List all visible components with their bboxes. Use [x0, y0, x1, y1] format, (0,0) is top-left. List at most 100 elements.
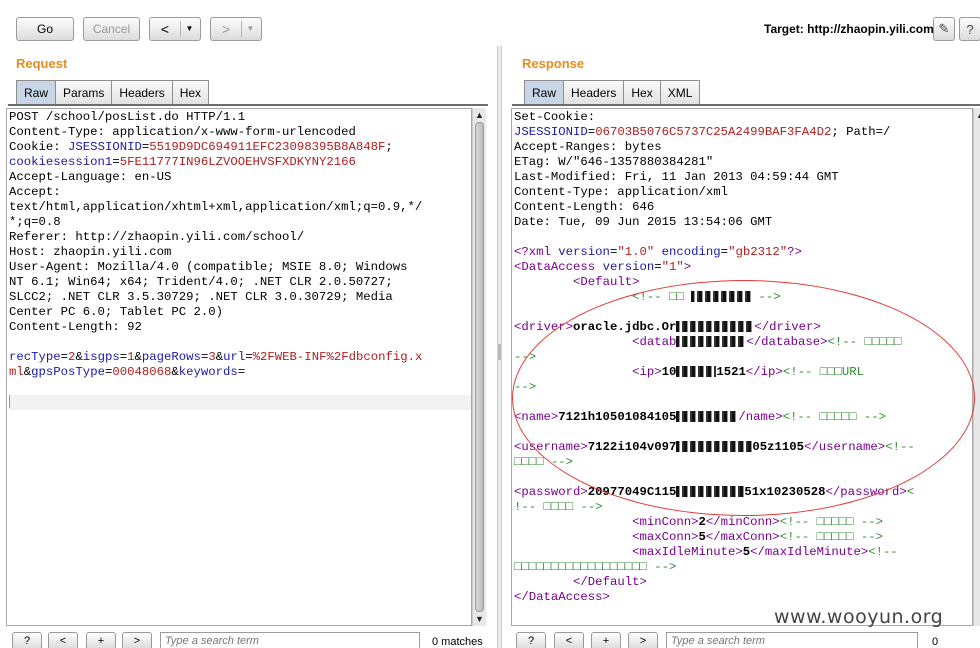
add-button[interactable]: + — [591, 632, 621, 648]
code-line: Center PC 6.0; Tablet PC 2.0) — [9, 305, 471, 320]
code-token: Cookie: — [9, 140, 69, 154]
request-tab-headers[interactable]: Headers — [111, 80, 172, 104]
code-line: !-- □□□□ --> — [514, 500, 972, 515]
code-line: <username>7122i104v097 05z1105</username>… — [514, 440, 972, 455]
help-button[interactable]: ? — [959, 17, 980, 41]
response-tab-xml[interactable]: XML — [659, 80, 701, 104]
code-token: cookiesession1 — [9, 155, 113, 169]
code-token: Content-Type: application/xml — [514, 185, 729, 199]
response-tab-headers[interactable]: Headers — [563, 80, 624, 104]
code-line: <driver>oracle.jdbc.Or </driver> — [514, 320, 972, 335]
back-arrow-icon: < — [160, 21, 170, 37]
code-token: </username> — [804, 440, 886, 454]
search-input[interactable] — [666, 632, 918, 648]
request-tab-params[interactable]: Params — [55, 80, 112, 104]
response-tab-hex[interactable]: Hex — [623, 80, 660, 104]
code-token: <driver> — [514, 320, 574, 334]
code-line: Content-Length: 92 — [9, 320, 471, 335]
scroll-down-icon[interactable]: ▼ — [475, 614, 484, 624]
code-token: gpsPosType — [31, 365, 105, 379]
response-code: Set-Cookie: JSESSIONID=06703B5076C5737C25… — [512, 109, 972, 605]
response-scrollbar[interactable]: ▲ — [973, 108, 980, 626]
code-token: encoding — [661, 245, 721, 259]
code-token: Date: Tue, 09 Jun 2015 13:54:06 GMT — [514, 215, 773, 229]
request-pane: Request Raw Params Headers Hex POST /school… — [0, 46, 497, 648]
code-token: oracle.jdbc.Or — [573, 320, 677, 334]
code-line: User-Agent: Mozilla/4.0 (compatible; MSI… — [9, 260, 471, 275]
response-tabs: Raw Headers Hex XML — [524, 80, 701, 104]
forward-button[interactable]: > ▼ — [210, 17, 262, 41]
code-token: --> — [514, 380, 537, 394]
code-token: = — [654, 260, 662, 274]
code-token: Center PC 6.0; Tablet PC 2.0) — [9, 305, 224, 319]
code-token: Content-Type: application/x-www-form-url… — [9, 125, 356, 139]
request-tab-hex[interactable]: Hex — [171, 80, 210, 104]
code-line: Date: Tue, 09 Jun 2015 13:54:06 GMT — [514, 215, 972, 230]
code-token: <ip> — [632, 365, 662, 379]
request-title: Request — [16, 56, 68, 71]
redacted-text — [691, 291, 752, 303]
code-token: > — [683, 260, 692, 274]
code-token: "1" — [661, 260, 684, 274]
code-token: <Default> — [573, 275, 640, 289]
pencil-icon: ✎ — [938, 21, 950, 36]
code-token: /name> — [738, 410, 783, 424]
edit-target-button[interactable]: ✎ — [933, 17, 955, 41]
code-token: Content-Length: 92 — [9, 320, 142, 334]
chevron-down-icon[interactable]: ▼ — [241, 21, 259, 37]
code-token: <DataAccess — [514, 260, 603, 274]
go-button[interactable]: Go — [16, 17, 74, 41]
code-token: </driver> — [754, 320, 821, 334]
code-token: 5 — [698, 530, 706, 544]
redacted-text — [676, 336, 747, 348]
scroll-up-icon[interactable]: ▲ — [976, 110, 980, 120]
scroll-thumb[interactable] — [475, 122, 484, 612]
code-line: Content-Type: application/x-www-form-url… — [9, 125, 471, 140]
code-line — [9, 395, 471, 410]
back-button[interactable]: < ▼ — [149, 17, 201, 41]
response-tab-raw[interactable]: Raw — [524, 80, 564, 104]
code-line: Accept-Language: en-US — [9, 170, 471, 185]
code-line: Last-Modified: Fri, 11 Jan 2013 04:59:44… — [514, 170, 972, 185]
watermark: www.wooyun.org — [774, 606, 944, 628]
code-token: </maxConn> — [705, 530, 780, 544]
scroll-up-icon[interactable]: ▲ — [475, 110, 484, 120]
code-token: Accept: — [9, 185, 61, 199]
code-token: JSESSIONID — [514, 125, 588, 139]
add-button[interactable]: + — [86, 632, 116, 648]
previous-match-button[interactable]: < — [554, 632, 584, 648]
code-token: <minConn> — [632, 515, 699, 529]
match-count: 0 matches — [432, 636, 483, 648]
code-token: "1.0" — [617, 245, 655, 259]
cancel-button[interactable]: Cancel — [83, 17, 140, 41]
splitter-grip[interactable] — [498, 344, 501, 360]
next-match-button[interactable]: > — [628, 632, 658, 648]
target-label: Target: http://zhaopin.yili.com — [764, 22, 934, 36]
code-line: ETag: W/"646-1357880384281" — [514, 155, 972, 170]
code-token: □□□□□□□□□□□□□□□□□□ --> — [514, 560, 677, 574]
code-line: Accept: — [9, 185, 471, 200]
help-button[interactable]: ? — [12, 632, 42, 648]
chevron-down-icon[interactable]: ▼ — [180, 21, 198, 37]
code-token: version — [558, 245, 610, 259]
next-match-button[interactable]: > — [122, 632, 152, 648]
request-editor[interactable]: POST /school/posList.do HTTP/1.1 Content-… — [6, 108, 472, 626]
tab-divider — [8, 104, 488, 106]
search-input[interactable] — [160, 632, 420, 648]
code-token: 10 — [661, 365, 677, 379]
code-token: --> — [514, 350, 537, 364]
request-tab-raw[interactable]: Raw — [16, 80, 56, 104]
previous-match-button[interactable]: < — [48, 632, 78, 648]
code-token: url — [223, 350, 246, 364]
request-scrollbar[interactable]: ▲ ▼ — [472, 108, 486, 626]
help-button[interactable]: ? — [516, 632, 546, 648]
response-editor[interactable]: Set-Cookie: JSESSIONID=06703B5076C5737C25… — [511, 108, 973, 626]
code-line: POST /school/posList.do HTTP/1.1 — [9, 110, 471, 125]
code-line: Set-Cookie: — [514, 110, 972, 125]
code-token: <!-- □□□□□ --> — [779, 530, 883, 544]
code-token: SLCC2; .NET CLR 3.5.30729; .NET CLR 3.0.… — [9, 290, 393, 304]
